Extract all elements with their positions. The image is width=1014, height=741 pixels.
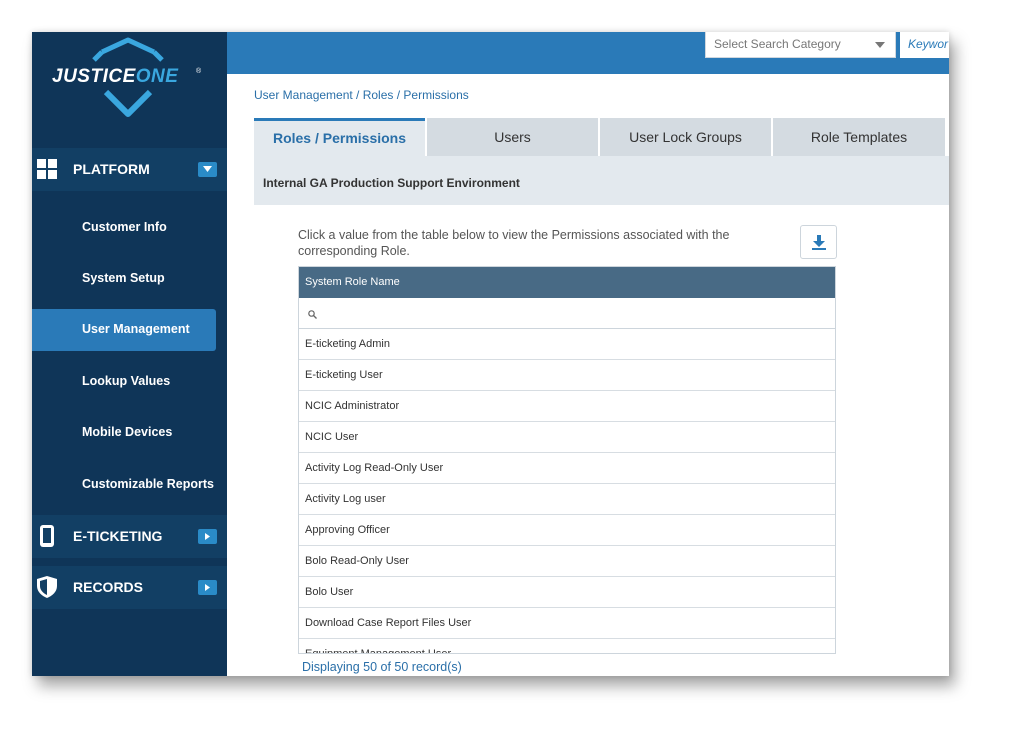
- sidebar-item-user-management[interactable]: User Management: [32, 309, 216, 351]
- column-header-system-role-name: System Role Name: [305, 276, 400, 288]
- logo: JUSTICEONE ®: [32, 32, 227, 144]
- chevron-down-icon: [875, 42, 885, 48]
- collapse-toggle[interactable]: [198, 162, 217, 177]
- sidebar-item-label: Customer Info: [82, 220, 167, 234]
- table-row[interactable]: Bolo Read-Only User: [299, 546, 835, 577]
- table-row[interactable]: Activity Log user: [299, 484, 835, 515]
- instructions-text: Click a value from the table below to vi…: [298, 228, 730, 258]
- sidebar: JUSTICEONE ® PLATFORM Customer Info Syst…: [32, 32, 227, 676]
- search-category-placeholder: Select Search Category: [714, 37, 841, 51]
- sidebar-item-lookup-values[interactable]: Lookup Values: [32, 361, 216, 403]
- grid-icon: [37, 159, 57, 179]
- tab-label: User Lock Groups: [629, 129, 742, 145]
- tab-label: Roles / Permissions: [272, 130, 407, 146]
- table-row[interactable]: Approving Officer: [299, 515, 835, 546]
- tab-label: Users: [494, 129, 531, 145]
- role-name-cell: Bolo Read-Only User: [305, 555, 409, 567]
- role-name-cell: NCIC Administrator: [305, 400, 400, 412]
- top-bar: Select Search Category Keywor: [227, 32, 949, 74]
- table-row[interactable]: E-ticketing User: [299, 360, 835, 391]
- table-header[interactable]: System Role Name: [299, 267, 835, 298]
- environment-bar: Internal GA Production Support Environme…: [254, 156, 949, 205]
- sidebar-item-customer-info[interactable]: Customer Info: [32, 207, 216, 249]
- tab-roles-permissions[interactable]: Roles / Permissions: [254, 118, 425, 156]
- record-count: Displaying 50 of 50 record(s): [302, 660, 462, 674]
- sidebar-item-mobile-devices[interactable]: Mobile Devices: [32, 412, 216, 454]
- table-row[interactable]: Bolo User: [299, 577, 835, 608]
- role-name-cell: E-ticketing User: [305, 369, 383, 381]
- tab-user-lock-groups[interactable]: User Lock Groups: [600, 118, 771, 156]
- sidebar-item-label: System Setup: [82, 271, 165, 285]
- role-name-cell: E-ticketing Admin: [305, 338, 390, 350]
- sidebar-item-system-setup[interactable]: System Setup: [32, 258, 216, 300]
- table-row[interactable]: Equipment Management User: [299, 639, 835, 654]
- environment-label: Internal GA Production Support Environme…: [263, 176, 520, 190]
- tab-role-templates[interactable]: Role Templates: [773, 118, 945, 156]
- table-row[interactable]: Download Case Report Files User: [299, 608, 835, 639]
- sidebar-section-label: PLATFORM: [73, 161, 150, 177]
- tab-users[interactable]: Users: [427, 118, 598, 156]
- sidebar-section-label: RECORDS: [73, 579, 144, 595]
- shield-icon: [37, 576, 57, 598]
- sidebar-section-e-ticketing[interactable]: E-TICKETING: [32, 515, 227, 558]
- role-name-cell: Activity Log Read-Only User: [305, 462, 444, 474]
- table-row[interactable]: E-ticketing Admin: [299, 329, 835, 360]
- sidebar-item-customizable-reports[interactable]: Customizable Reports: [32, 464, 216, 506]
- sidebar-item-label: User Management: [82, 322, 190, 336]
- sidebar-section-label: E-TICKETING: [73, 528, 163, 544]
- expand-toggle[interactable]: [198, 529, 217, 544]
- search-icon: [308, 310, 317, 319]
- logo-shield-icon: [92, 37, 164, 117]
- expand-toggle[interactable]: [198, 580, 217, 595]
- sidebar-item-label: Lookup Values: [82, 374, 171, 388]
- app-window: JUSTICEONE ® PLATFORM Customer Info Syst…: [32, 32, 949, 676]
- role-name-cell: Download Case Report Files User: [305, 617, 472, 629]
- registered-mark: ®: [196, 68, 202, 75]
- sidebar-item-label: Mobile Devices: [82, 425, 173, 439]
- chevron-right-icon: [205, 584, 210, 591]
- table-row[interactable]: NCIC Administrator: [299, 391, 835, 422]
- search-category-select[interactable]: Select Search Category: [705, 32, 896, 58]
- keyword-placeholder: Keywor: [908, 37, 949, 51]
- download-button[interactable]: [800, 225, 837, 259]
- role-name-cell: NCIC User: [305, 431, 359, 443]
- table-filter-input[interactable]: [299, 298, 835, 329]
- role-name-cell: Activity Log user: [305, 493, 386, 505]
- role-name-cell: Bolo User: [305, 586, 354, 598]
- sidebar-item-label: Customizable Reports: [82, 477, 214, 491]
- download-icon: [812, 235, 826, 250]
- sidebar-section-platform[interactable]: PLATFORM: [32, 148, 227, 191]
- role-name-cell: Approving Officer: [305, 524, 390, 536]
- keyword-search-input[interactable]: Keywor: [900, 32, 949, 58]
- logo-wordmark: JUSTICEONE: [52, 66, 179, 87]
- chevron-right-icon: [205, 533, 210, 540]
- main-content: Click a value from the table below to vi…: [254, 205, 949, 676]
- phone-icon: [40, 525, 54, 547]
- table-row[interactable]: NCIC User: [299, 422, 835, 453]
- breadcrumb[interactable]: User Management / Roles / Permissions: [254, 88, 469, 102]
- chevron-down-icon: [203, 166, 212, 172]
- tab-label: Role Templates: [810, 129, 908, 145]
- table-row[interactable]: Activity Log Read-Only User: [299, 453, 835, 484]
- roles-table: System Role Name E-ticketing Admin E-tick…: [298, 266, 836, 654]
- role-name-cell: Equipment Management User: [305, 648, 452, 654]
- sidebar-section-records[interactable]: RECORDS: [32, 566, 227, 609]
